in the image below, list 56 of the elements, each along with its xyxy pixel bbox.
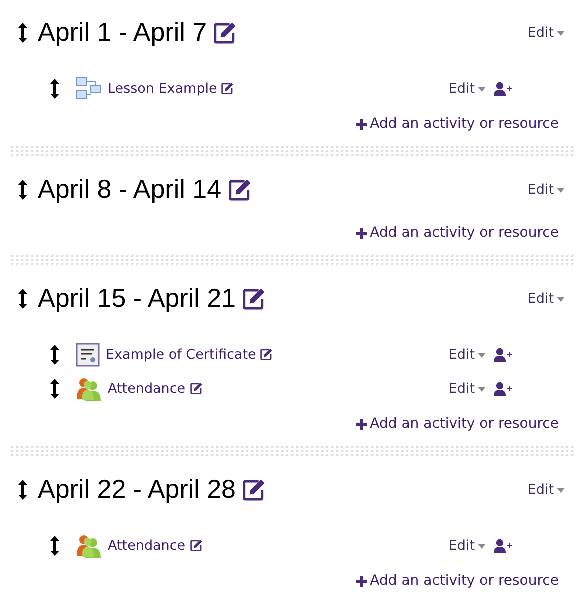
caret-icon	[557, 30, 565, 36]
add-user-icon[interactable]	[494, 382, 512, 396]
section-title: April 1 - April 7	[38, 17, 208, 49]
edit-icon[interactable]	[221, 82, 234, 96]
move-icon[interactable]	[18, 22, 28, 44]
add-user-icon[interactable]	[494, 348, 512, 362]
move-icon[interactable]	[50, 78, 60, 100]
plus-icon	[356, 576, 368, 586]
move-icon[interactable]	[50, 535, 60, 557]
edit-icon[interactable]	[228, 178, 252, 202]
move-icon[interactable]	[50, 378, 60, 400]
caret-icon	[557, 488, 565, 492]
add-activity-link[interactable]: Add an activity or resource	[356, 222, 559, 244]
plus-icon	[356, 228, 368, 238]
edit-icon[interactable]	[260, 348, 274, 362]
edit-menu[interactable]: Edit	[528, 180, 565, 200]
edit-icon[interactable]	[190, 539, 203, 552]
edit-menu[interactable]: Edit	[528, 480, 565, 500]
activity-link[interactable]: Attendance	[108, 378, 186, 400]
move-icon[interactable]	[18, 288, 28, 310]
plus-icon	[356, 118, 368, 130]
add-user-icon[interactable]	[494, 538, 512, 553]
move-icon[interactable]	[18, 179, 28, 201]
caret-icon	[478, 352, 486, 358]
caret-icon	[478, 86, 486, 92]
section-title: April 15 - April 21	[38, 283, 236, 315]
caret-icon	[557, 188, 565, 192]
plus-icon	[356, 418, 368, 430]
edit-menu[interactable]: Edit	[448, 78, 486, 100]
edit-menu[interactable]: Edit	[528, 288, 565, 310]
activity-link[interactable]: Lesson Example	[108, 78, 218, 100]
edit-menu[interactable]: Edit	[448, 378, 486, 400]
edit-menu[interactable]: Edit	[528, 22, 565, 44]
edit-icon[interactable]	[242, 287, 266, 311]
section-title: April 22 - April 28	[38, 474, 236, 506]
add-activity-link[interactable]: Add an activity or resource	[356, 114, 559, 134]
add-user-icon[interactable]	[494, 82, 512, 96]
caret-icon	[557, 296, 565, 302]
add-activity-link[interactable]: Add an activity or resource	[356, 414, 559, 434]
activity-link[interactable]: Example of Certificate	[106, 344, 256, 366]
people-icon	[76, 377, 102, 401]
move-icon[interactable]	[50, 344, 60, 366]
move-icon[interactable]	[18, 479, 28, 501]
section-title: April 8 - April 14	[38, 174, 222, 206]
caret-icon	[478, 544, 486, 548]
edit-menu[interactable]: Edit	[448, 344, 486, 366]
activity-link[interactable]: Attendance	[108, 536, 186, 556]
edit-icon[interactable]	[242, 478, 266, 502]
flowchart-icon	[76, 77, 102, 101]
people-icon	[76, 534, 102, 558]
edit-icon[interactable]	[190, 382, 203, 396]
add-activity-link[interactable]: Add an activity or resource	[356, 570, 559, 592]
certificate-icon	[76, 343, 100, 367]
edit-icon[interactable]	[213, 21, 238, 45]
edit-menu[interactable]: Edit	[448, 536, 486, 556]
caret-icon	[478, 386, 486, 392]
